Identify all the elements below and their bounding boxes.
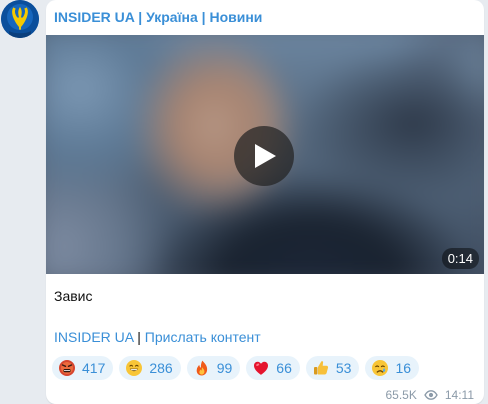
reaction-angry[interactable]: 417 [52, 356, 114, 380]
channel-link[interactable]: INSIDER UA [54, 329, 133, 345]
reaction-count: 16 [395, 360, 412, 376]
fire-icon [193, 359, 211, 377]
message-time: 14:11 [444, 388, 474, 402]
reaction-grin[interactable]: 286 [119, 356, 181, 380]
eye-icon [424, 390, 438, 400]
reaction-thumbs-up[interactable]: 53 [305, 356, 360, 380]
grinning-face-icon [125, 359, 143, 377]
crying-face-icon [371, 359, 389, 377]
reaction-count: 66 [276, 360, 292, 376]
reaction-heart[interactable]: 66 [246, 356, 300, 380]
message-bubble: INSIDER UA | Україна | Новини 0:14 Завис… [46, 0, 484, 404]
thumbs-up-icon [312, 359, 330, 377]
message-caption: Завис [54, 288, 93, 304]
channel-title[interactable]: INSIDER UA | Україна | Новини [54, 8, 262, 26]
trident-icon [1, 0, 39, 38]
play-button[interactable] [234, 126, 294, 186]
play-icon [255, 144, 276, 168]
video-preview[interactable]: 0:14 [46, 35, 484, 274]
angry-face-icon [58, 359, 76, 377]
reactions-bar: 417 286 99 66 53 16 [52, 356, 420, 380]
message-links: INSIDER UA | Прислать контент [54, 328, 261, 346]
reaction-count: 53 [335, 360, 352, 376]
reaction-count: 286 [149, 360, 173, 376]
video-duration: 0:14 [441, 248, 479, 269]
heart-icon [252, 359, 270, 377]
send-content-link[interactable]: Прислать контент [145, 329, 261, 345]
reaction-count: 99 [216, 360, 233, 376]
reaction-fire[interactable]: 99 [186, 356, 241, 380]
channel-avatar[interactable] [1, 0, 39, 38]
reaction-count: 417 [82, 360, 106, 376]
chat-page: INSIDER UA | Україна | Новини 0:14 Завис… [0, 0, 488, 404]
message-meta: 65.5K 14:11 [386, 388, 475, 402]
reaction-crying[interactable]: 16 [365, 356, 420, 380]
link-separator: | [133, 329, 145, 345]
view-count: 65.5K [385, 388, 417, 402]
